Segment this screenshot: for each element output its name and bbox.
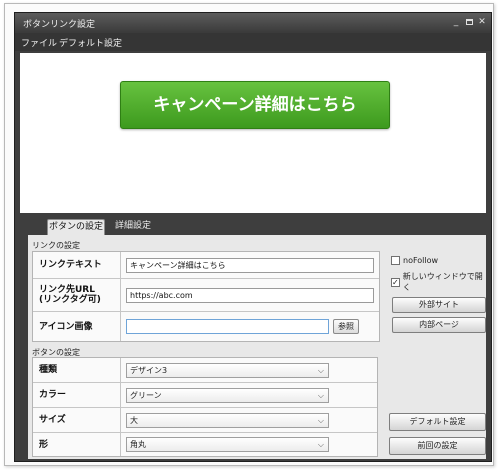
size-label: サイズ — [33, 408, 121, 432]
external-site-button[interactable]: 外部サイト — [392, 297, 486, 313]
browse-button[interactable]: 参照 — [333, 319, 359, 334]
color-label: カラー — [33, 383, 121, 407]
link-text-row: リンクテキスト キャンペーン詳細はこちら — [33, 252, 379, 279]
new-window-option[interactable]: ✓ 新しいウィンドウで開く — [391, 271, 486, 293]
type-value: デザイン3 — [130, 366, 168, 375]
window-title: ボタンリンク設定 — [23, 20, 96, 30]
shape-row: 形 角丸 ⌵ — [33, 433, 377, 456]
link-text-label: リンクテキスト — [33, 252, 121, 278]
nofollow-option[interactable]: noFollow — [391, 256, 438, 265]
shape-label: 形 — [33, 433, 121, 456]
app-window: ボタンリンク設定 _ ✕ ファイル デフォルト設定 キャンペーン詳細はこちら ボ… — [14, 12, 492, 462]
link-settings-grid: リンクテキスト キャンペーン詳細はこちら リンク先URL (リンクタグ可) ht… — [32, 251, 380, 342]
shape-select[interactable]: 角丸 ⌵ — [126, 437, 329, 452]
color-select[interactable]: グリーン ⌵ — [126, 388, 329, 403]
type-label: 種類 — [33, 358, 121, 382]
internal-page-button[interactable]: 内部ページ — [392, 317, 486, 333]
link-settings-heading: リンクの設定 — [32, 241, 80, 250]
tab-button-settings[interactable]: ボタンの設定 — [47, 219, 105, 235]
menu-bar: ファイル デフォルト設定 — [15, 33, 491, 51]
chevron-down-icon: ⌵ — [317, 366, 324, 375]
previous-settings-button[interactable]: 前回の設定 — [389, 437, 486, 455]
type-select[interactable]: デザイン3 ⌵ — [126, 363, 329, 378]
size-row: サイズ 大 ⌵ — [33, 408, 377, 433]
preview-campaign-button[interactable]: キャンペーン詳細はこちら — [120, 81, 390, 129]
title-bar: ボタンリンク設定 _ ✕ — [15, 13, 491, 33]
chevron-down-icon: ⌵ — [317, 440, 324, 449]
nofollow-checkbox[interactable] — [391, 256, 400, 265]
screenshot-frame: ボタンリンク設定 _ ✕ ファイル デフォルト設定 キャンペーン詳細はこちら ボ… — [4, 3, 494, 466]
check-icon[interactable]: ✓ — [391, 277, 400, 287]
icon-image-input[interactable] — [126, 319, 329, 334]
tab-detail-settings[interactable]: 詳細設定 — [111, 219, 155, 235]
icon-image-label: アイコン画像 — [33, 312, 121, 341]
maximize-icon[interactable] — [464, 17, 474, 27]
link-url-input[interactable]: https://abc.com — [126, 288, 374, 303]
shape-value: 角丸 — [130, 440, 146, 449]
button-settings-grid: 種類 デザイン3 ⌵ カラー グリーン ⌵ サイズ 大 ⌵ 形 角丸 ⌵ — [32, 357, 378, 457]
icon-image-row: アイコン画像 参照 — [33, 312, 379, 341]
chevron-down-icon: ⌵ — [317, 391, 324, 400]
menu-item-file[interactable]: ファイル — [21, 36, 57, 49]
type-row: 種類 デザイン3 ⌵ — [33, 358, 377, 383]
color-value: グリーン — [130, 391, 162, 400]
link-url-label: リンク先URL (リンクタグ可) — [33, 279, 121, 311]
size-select[interactable]: 大 ⌵ — [126, 413, 329, 428]
minimize-icon[interactable]: _ — [451, 17, 461, 27]
chevron-down-icon: ⌵ — [317, 416, 324, 425]
settings-panel: リンクの設定 リンクテキスト キャンペーン詳細はこちら リンク先URL (リンク… — [28, 235, 486, 459]
link-url-row: リンク先URL (リンクタグ可) https://abc.com — [33, 279, 379, 312]
size-value: 大 — [130, 416, 138, 425]
close-icon[interactable]: ✕ — [477, 17, 487, 27]
button-preview-area: キャンペーン詳細はこちら — [20, 53, 486, 213]
default-settings-button[interactable]: デフォルト設定 — [389, 413, 486, 431]
link-text-input[interactable]: キャンペーン詳細はこちら — [126, 258, 374, 273]
menu-item-default-settings[interactable]: デフォルト設定 — [59, 36, 122, 49]
nofollow-label: noFollow — [403, 256, 439, 265]
new-window-label: 新しいウィンドウで開く — [402, 272, 483, 292]
color-row: カラー グリーン ⌵ — [33, 383, 377, 408]
